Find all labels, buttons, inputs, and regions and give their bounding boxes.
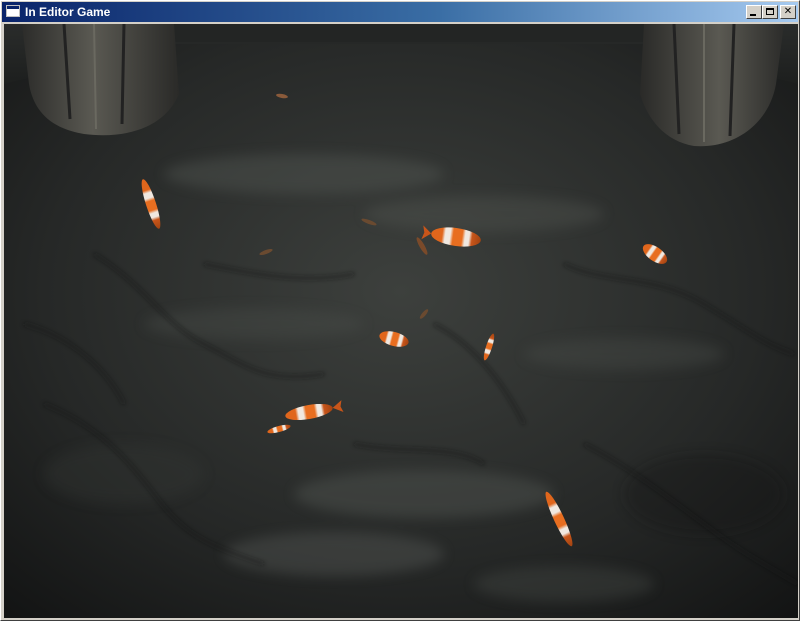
minimize-button[interactable]	[746, 5, 762, 19]
maximize-icon	[766, 8, 774, 15]
game-viewport[interactable]	[4, 24, 798, 618]
window-title: In Editor Game	[25, 5, 111, 19]
close-icon: ✕	[783, 6, 793, 17]
maximize-button[interactable]	[762, 5, 778, 19]
app-window-icon	[6, 5, 20, 17]
scene-canvas	[4, 24, 798, 618]
minimize-icon	[750, 14, 756, 16]
title-bar[interactable]: In Editor Game ✕	[2, 2, 798, 22]
game-window: In Editor Game ✕	[0, 0, 800, 621]
close-button[interactable]: ✕	[780, 5, 796, 19]
back-ledge	[164, 24, 644, 42]
